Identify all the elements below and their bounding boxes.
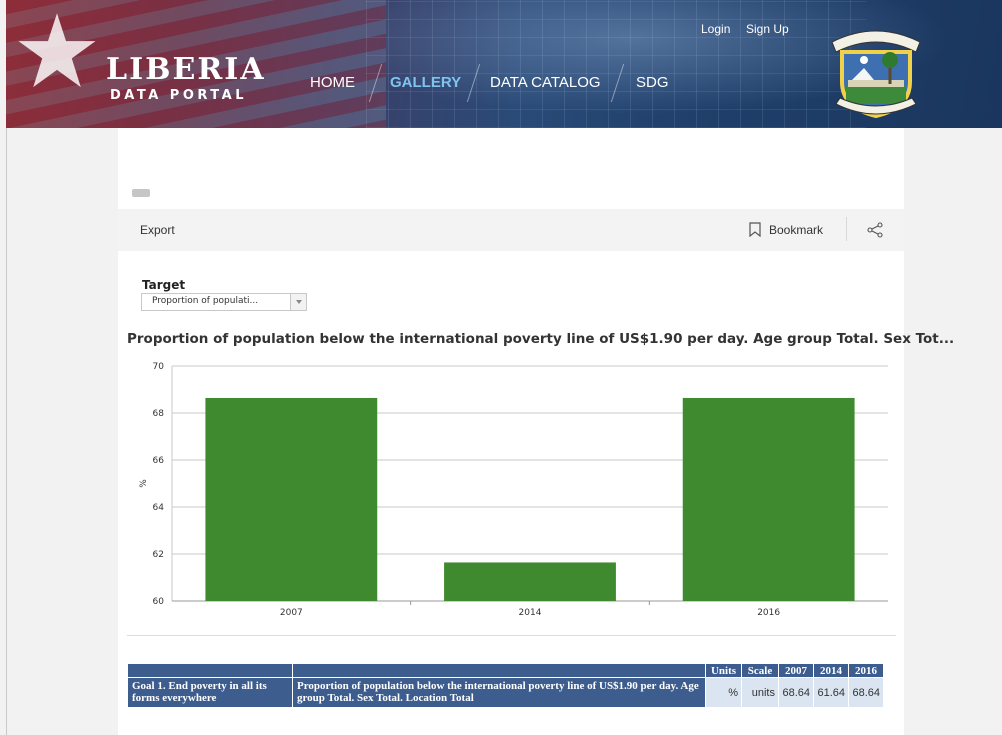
bookmark-icon[interactable]	[749, 222, 761, 237]
y-tick-label: 60	[153, 597, 165, 607]
chevron-down-icon[interactable]	[290, 294, 306, 310]
section-divider	[127, 635, 896, 636]
star-icon	[18, 13, 96, 88]
share-icon[interactable]	[867, 222, 883, 238]
logo-subtitle[interactable]: DATA PORTAL	[110, 88, 247, 103]
value-cell: 68.64	[778, 677, 814, 708]
nav-home[interactable]: HOME	[310, 74, 355, 91]
value-cell: 61.64	[813, 677, 849, 708]
site-header: LIBERIA DATA PORTAL HOME GALLERY DATA CA…	[6, 0, 1002, 128]
nav-sdg[interactable]: SDG	[636, 74, 669, 91]
units-cell: %	[705, 677, 742, 708]
table-header-scale: Scale	[741, 663, 779, 678]
bar-chart: 60 62 64 66 68 70 2007 2014 2016%	[139, 362, 888, 618]
export-button[interactable]: Export	[140, 223, 175, 237]
table-header-year: 2014	[813, 663, 849, 678]
y-tick-label: 68	[153, 409, 165, 419]
target-selected-value: Proportion of populati...	[152, 296, 259, 306]
tag-icon	[132, 189, 150, 197]
table-row: Goal 1. End poverty in all its forms eve…	[127, 677, 884, 708]
y-tick-label: 62	[153, 550, 164, 560]
chart-bars	[205, 397, 855, 601]
y-tick-label: 70	[153, 362, 165, 372]
chart-bar	[205, 397, 378, 601]
logo-title[interactable]: LIBERIA	[106, 52, 266, 87]
nav-data-catalog[interactable]: DATA CATALOG	[490, 74, 601, 91]
chart-bar	[682, 397, 855, 601]
scale-cell: units	[741, 677, 779, 708]
bookmark-button[interactable]: Bookmark	[769, 223, 823, 237]
indicator-cell: Proportion of population below the inter…	[292, 677, 706, 708]
x-tick-label: 2016	[757, 608, 780, 618]
x-tick-label: 2014	[519, 608, 542, 618]
table-header-blank	[127, 663, 293, 678]
y-tick-label: 66	[153, 456, 165, 466]
toolbar-separator	[846, 217, 847, 241]
goal-cell: Goal 1. End poverty in all its forms eve…	[127, 677, 293, 708]
chart-title: Proportion of population below the inter…	[127, 331, 955, 347]
target-dropdown[interactable]: Proportion of populati...	[141, 293, 307, 311]
login-link[interactable]: Login	[701, 22, 730, 36]
nav-gallery[interactable]: GALLERY	[390, 74, 461, 91]
content-panel: Export Bookmark Target Proportion of pop…	[118, 128, 954, 735]
toolbar: Export Bookmark	[118, 209, 904, 251]
value-cell: 68.64	[848, 677, 884, 708]
data-table: Units Scale 2007 2014 2016 Goal 1. End p…	[127, 663, 884, 708]
x-tick-label: 2007	[280, 608, 303, 618]
table-header-units: Units	[705, 663, 742, 678]
y-axis-label: %	[139, 479, 149, 488]
chart-bar	[444, 562, 616, 601]
table-header-blank	[292, 663, 706, 678]
table-header-year: 2016	[848, 663, 884, 678]
signup-link[interactable]: Sign Up	[746, 22, 789, 36]
liberia-seal-icon	[831, 30, 921, 119]
target-label: Target	[142, 278, 186, 292]
y-tick-label: 64	[153, 503, 165, 513]
header-grid-pattern	[366, 0, 866, 128]
table-header-year: 2007	[778, 663, 814, 678]
